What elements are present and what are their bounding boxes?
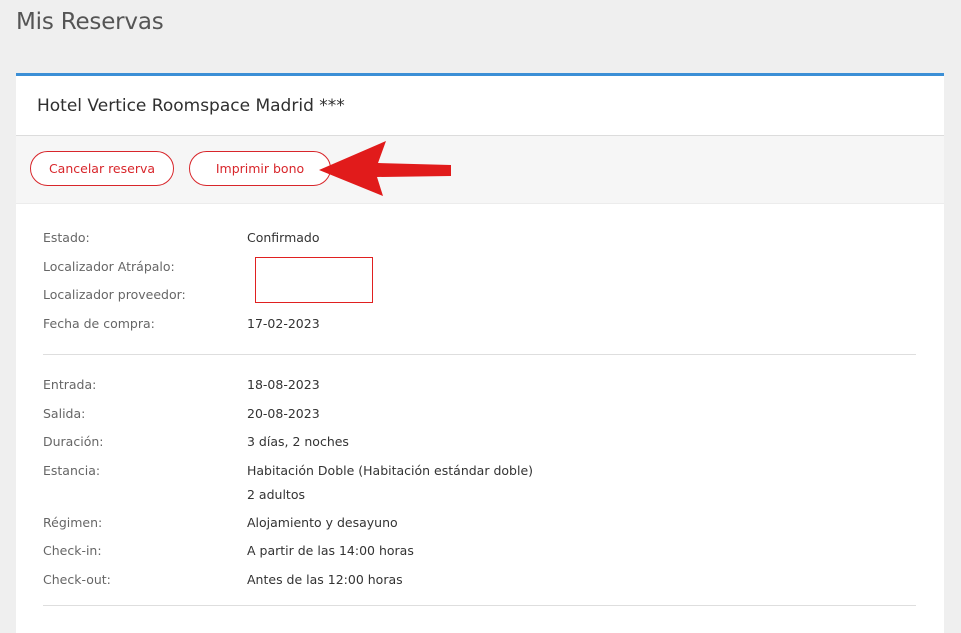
detail-row-estado: Estado: Confirmado [43, 224, 916, 253]
hotel-name: Hotel Vertice Roomspace Madrid *** [37, 95, 345, 116]
annotation-arrow-icon [319, 141, 451, 196]
detail-row-fecha-compra: Fecha de compra: 17-02-2023 [43, 310, 916, 339]
detail-value: 3 días, 2 noches [247, 434, 349, 449]
detail-row-checkin: Check-in: A partir de las 14:00 horas [43, 537, 916, 566]
detail-row-localizador-proveedor: Localizador proveedor: [43, 281, 916, 310]
detail-value: Habitación Doble (Habitación estándar do… [247, 459, 533, 507]
detail-label: Fecha de compra: [43, 315, 155, 331]
detail-value: 17-02-2023 [247, 315, 320, 331]
detail-label: Localizador Atrápalo: [43, 258, 175, 274]
stay-section: Entrada: 18-08-2023 Salida: 20-08-2023 D… [43, 355, 916, 594]
detail-value: A partir de las 14:00 horas [247, 543, 414, 558]
detail-value: 20-08-2023 [247, 405, 320, 421]
detail-label: Régimen: [43, 514, 103, 530]
guest-count: 2 adultos [247, 486, 305, 502]
detail-row-entrada: Entrada: 18-08-2023 [43, 371, 916, 400]
detail-label: Estado: [43, 230, 90, 245]
detail-label: Localizador proveedor: [43, 287, 186, 302]
redaction-box [255, 257, 373, 303]
booking-card: Hotel Vertice Roomspace Madrid *** Cance… [16, 73, 944, 633]
detail-label: Check-in: [43, 543, 102, 558]
detail-row-estancia: Estancia: Habitación Doble (Habitación e… [43, 457, 916, 509]
print-voucher-button[interactable]: Imprimir bono [189, 151, 331, 186]
booking-header: Hotel Vertice Roomspace Madrid *** [16, 76, 944, 136]
detail-value: 18-08-2023 [247, 377, 320, 392]
booking-details: Estado: Confirmado Localizador Atrápalo:… [16, 204, 944, 606]
detail-label: Check-out: [43, 571, 111, 587]
detail-row-localizador-atrapalo: Localizador Atrápalo: [43, 253, 916, 282]
detail-row-checkout: Check-out: Antes de las 12:00 horas [43, 566, 916, 595]
detail-value: Confirmado [247, 230, 320, 245]
detail-row-duracion: Duración: 3 días, 2 noches [43, 428, 916, 457]
detail-label: Duración: [43, 434, 104, 449]
cancel-booking-button[interactable]: Cancelar reserva [30, 151, 174, 186]
detail-value: Antes de las 12:00 horas [247, 571, 403, 587]
detail-row-salida: Salida: 20-08-2023 [43, 400, 916, 429]
detail-value: Alojamiento y desayuno [247, 514, 398, 530]
section-divider [43, 605, 916, 606]
status-section: Estado: Confirmado Localizador Atrápalo:… [43, 204, 916, 338]
booking-actions: Cancelar reserva Imprimir bono [16, 136, 944, 204]
room-type: Habitación Doble (Habitación estándar do… [247, 462, 534, 478]
page-title: Mis Reservas [16, 9, 164, 35]
detail-row-regimen: Régimen: Alojamiento y desayuno [43, 509, 916, 538]
detail-label: Entrada: [43, 377, 97, 392]
detail-label: Salida: [43, 405, 86, 421]
detail-label: Estancia: [43, 462, 101, 478]
